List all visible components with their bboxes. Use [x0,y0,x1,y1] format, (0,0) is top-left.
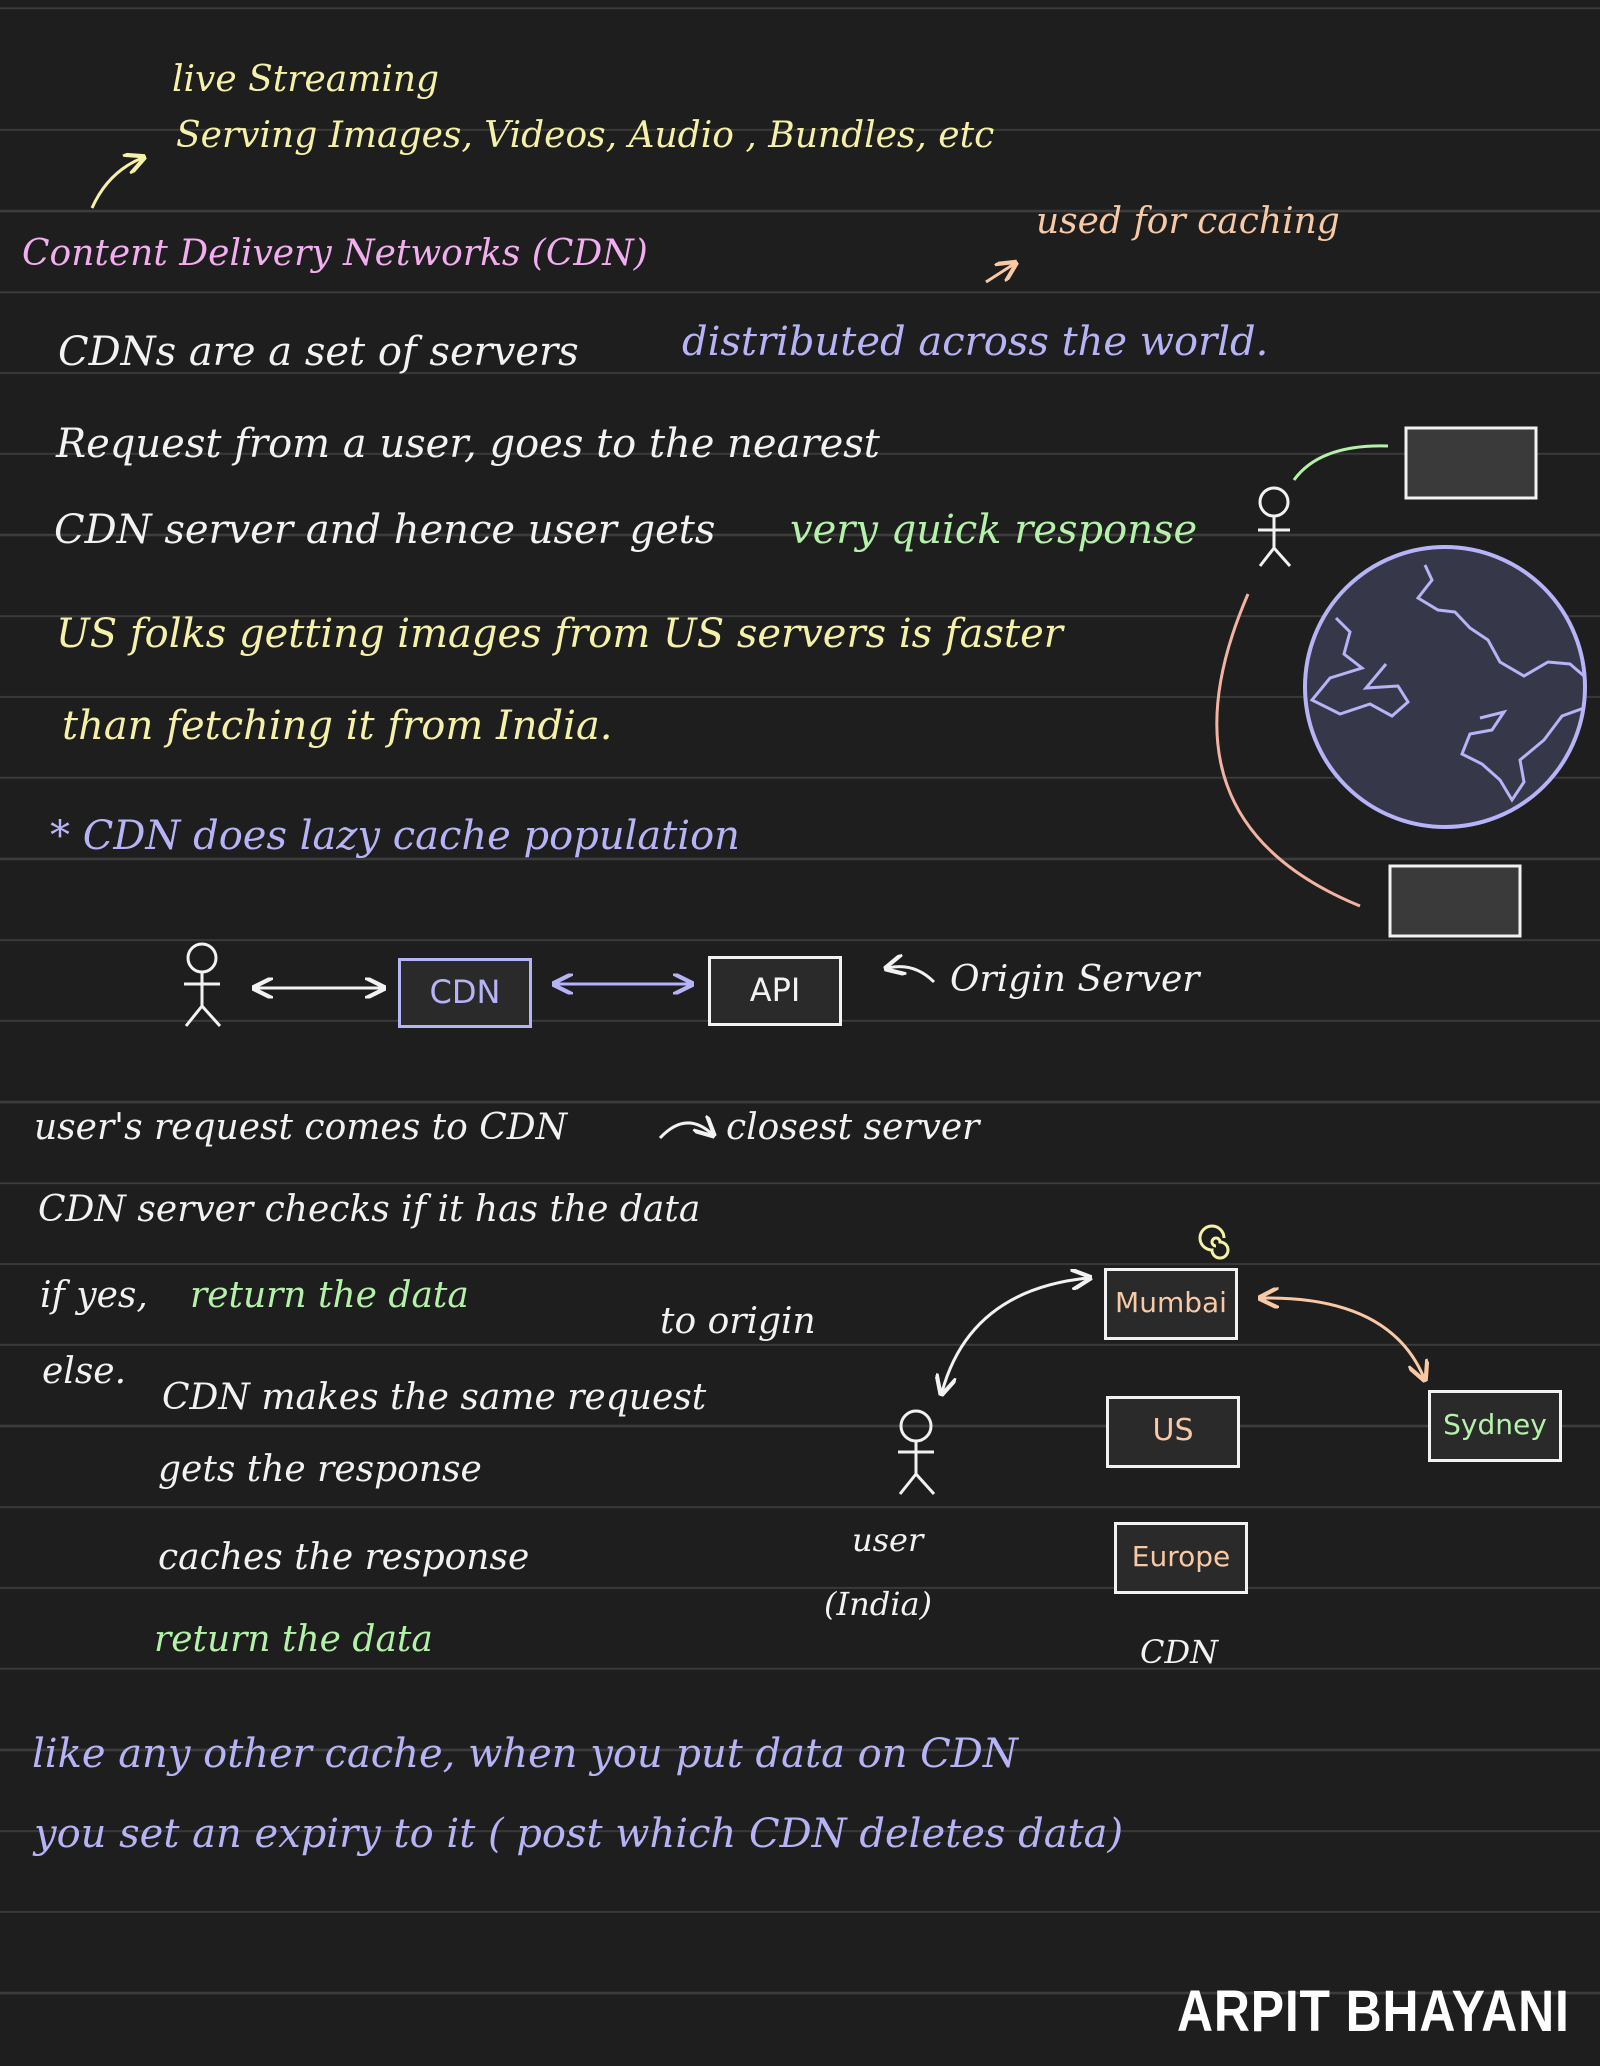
globe-icon [1303,545,1587,829]
server-box-top [1404,426,1538,500]
caching-arrow [985,264,1014,284]
spiral-icon [1198,1224,1230,1260]
mumbai-sydney-arrow [1262,1298,1424,1378]
closest-server-arrow [658,1123,712,1138]
header-arrow [90,158,142,209]
user-to-server-link [1292,444,1389,481]
user-mumbai-arrow [942,1278,1088,1392]
user-figure-top [1258,486,1292,567]
sketch-layer [90,0,1587,1496]
server-box-bottom [1388,864,1522,938]
user-figure-india [898,1409,936,1496]
user-figure-flow [184,942,222,1028]
origin-server-arrow [888,967,936,984]
note-canvas: live Streaming Serving Images, Videos, A… [0,0,1600,2066]
